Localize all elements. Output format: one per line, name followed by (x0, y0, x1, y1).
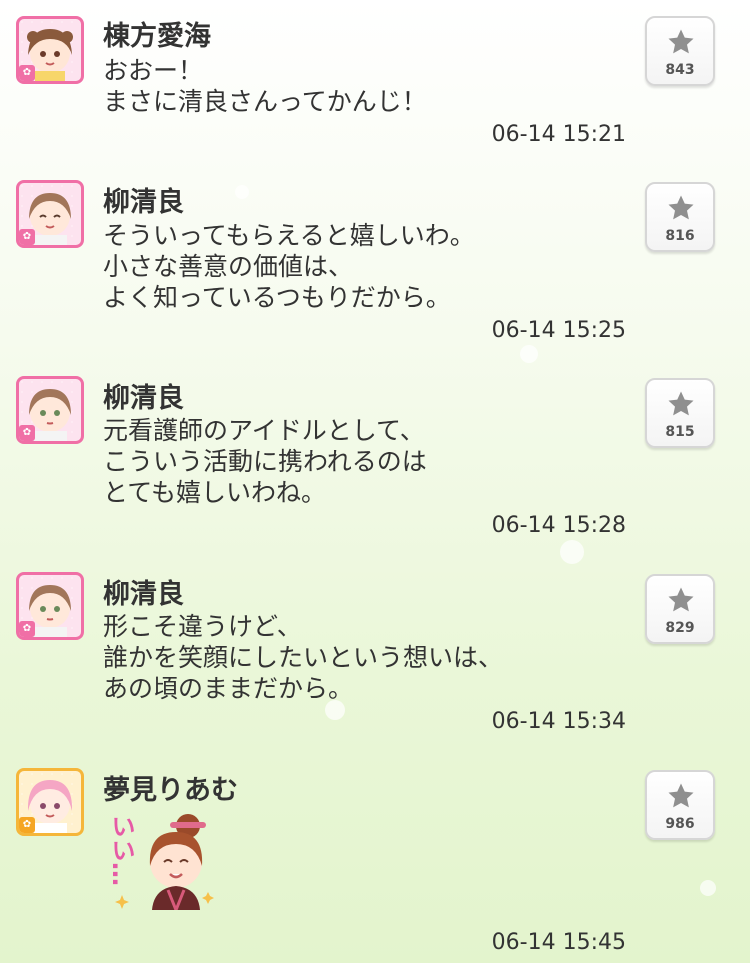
post-timestamp: 06-14 15:28 (491, 513, 626, 538)
like-count: 986 (665, 816, 695, 832)
post-line: 元看護師のアイドルとして、 (103, 416, 425, 445)
post-author: 夢見りあむ (103, 775, 238, 806)
like-count: 816 (665, 228, 695, 244)
like-button[interactable]: 816 (645, 182, 715, 252)
avatar[interactable]: ✿ (16, 572, 84, 640)
star-icon (668, 783, 694, 808)
post-line: そういってもらえると嬉しいわ。 (103, 221, 475, 250)
post-line: こういう活動に携われるのは (103, 447, 427, 476)
star-icon (668, 391, 694, 416)
post-author: 柳清良 (103, 383, 184, 414)
post-author: 柳清良 (103, 187, 184, 218)
avatar[interactable]: ✿ (16, 16, 84, 84)
post-timestamp: 06-14 15:45 (491, 930, 626, 955)
like-count: 815 (665, 424, 695, 440)
star-icon (668, 195, 694, 220)
message-feed[interactable]: ✿ 棟方愛海 おおー！ まさに清良さんってかんじ！ 06-14 15:21 84… (0, 0, 750, 963)
post-timestamp: 06-14 15:21 (491, 122, 626, 147)
post-line: まさに清良さんってかんじ！ (103, 87, 427, 116)
post-timestamp: 06-14 15:34 (491, 709, 626, 734)
flower-badge-icon: ✿ (19, 817, 35, 833)
flower-badge-icon: ✿ (19, 425, 35, 441)
avatar[interactable]: ✿ (16, 376, 84, 444)
post-line: よく知っているつもりだから。 (103, 283, 451, 312)
post-line: 誰かを笑顔にしたいという想いは、 (103, 643, 504, 672)
avatar[interactable]: ✿ (16, 768, 84, 836)
post-line: 形こそ違うけど、 (103, 612, 302, 641)
post-line: とても嬉しいわね。 (103, 478, 327, 507)
like-count: 843 (665, 62, 695, 78)
like-button[interactable]: 986 (645, 770, 715, 840)
like-button[interactable]: 829 (645, 574, 715, 644)
flower-badge-icon: ✿ (19, 229, 35, 245)
flower-badge-icon: ✿ (19, 65, 35, 81)
star-icon (668, 587, 694, 612)
post-line: あの頃のままだから。 (103, 674, 354, 703)
flower-badge-icon: ✿ (19, 621, 35, 637)
post-line: おおー！ (103, 56, 204, 85)
avatar[interactable]: ✿ (16, 180, 84, 248)
stamp-text: いい… (107, 814, 135, 886)
star-icon (668, 29, 694, 54)
post-line: 小さな善意の価値は、 (103, 252, 354, 281)
like-count: 829 (665, 620, 695, 636)
sticker-stamp: いい… (107, 810, 218, 915)
post-timestamp: 06-14 15:25 (491, 318, 626, 343)
post-author: 棟方愛海 (103, 21, 211, 52)
like-button[interactable]: 815 (645, 378, 715, 448)
post-author: 柳清良 (103, 579, 184, 610)
like-button[interactable]: 843 (645, 16, 715, 86)
